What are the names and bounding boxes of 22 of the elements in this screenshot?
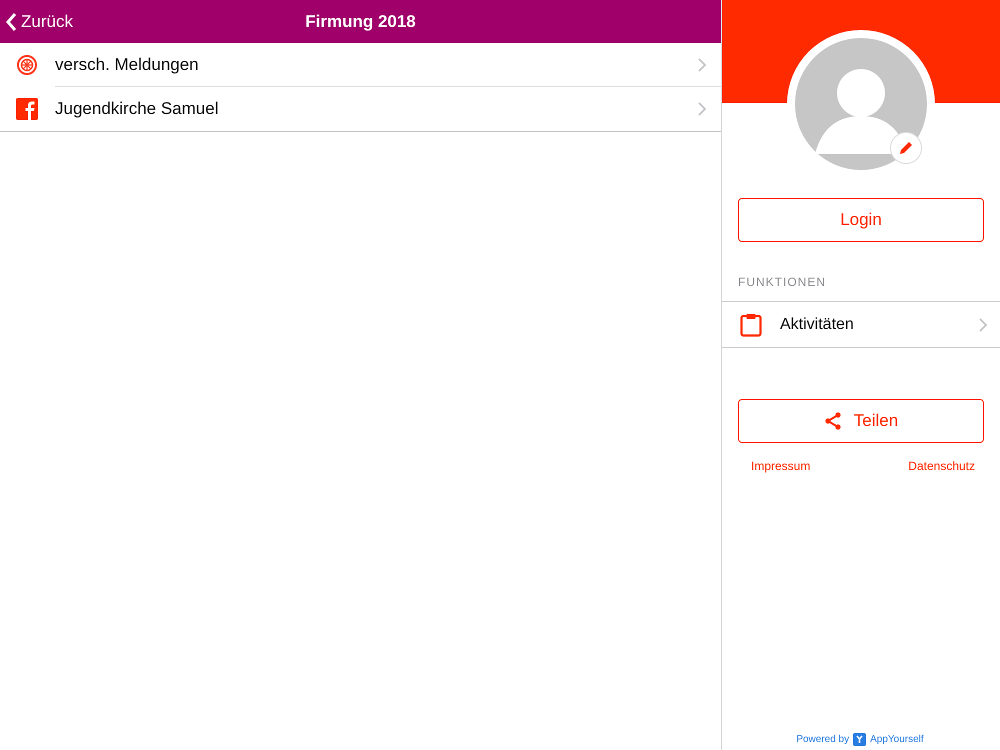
chevron-right-icon xyxy=(698,102,706,116)
brand-link[interactable]: AppYourself xyxy=(870,732,924,747)
brand-logo-icon xyxy=(853,733,866,746)
list-item[interactable]: versch. Meldungen xyxy=(0,43,721,87)
section-heading: FUNKTIONEN xyxy=(738,274,827,291)
powered-by-text: Powered by xyxy=(796,733,850,747)
footer-link[interactable]: Impressum xyxy=(751,457,810,475)
chevron-right-icon xyxy=(979,318,987,332)
share-button[interactable]: Teilen xyxy=(738,399,984,443)
footer-link[interactable]: Datenschutz xyxy=(908,457,975,475)
login-button[interactable]: Login xyxy=(738,198,984,242)
function-item[interactable]: Aktivitäten xyxy=(722,302,1000,347)
chevron-right-icon xyxy=(698,58,706,72)
back-button[interactable]: Zurück xyxy=(0,8,73,34)
nav-title: Firmung 2018 xyxy=(305,10,416,33)
clipboard-icon xyxy=(740,312,762,336)
pencil-icon xyxy=(898,140,914,156)
chevron-left-icon xyxy=(6,12,17,32)
list-item[interactable]: Jugendkirche Samuel xyxy=(0,87,721,131)
wheel-icon xyxy=(16,54,38,76)
facebook-icon xyxy=(16,98,38,120)
share-icon xyxy=(824,412,842,430)
